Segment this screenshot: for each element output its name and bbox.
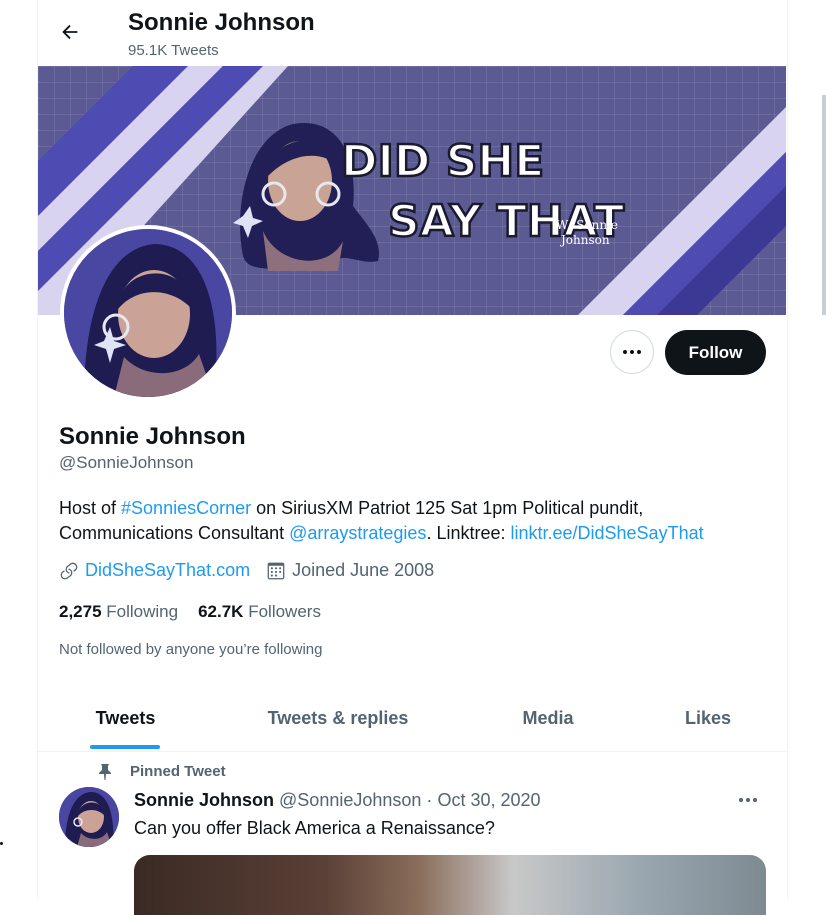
pinned-label: Pinned Tweet — [130, 763, 226, 780]
tab-likes[interactable]: Likes — [668, 685, 748, 751]
website-item: DidSheSayThat.com — [59, 560, 250, 581]
tweet-media[interactable] — [134, 855, 766, 915]
profile-avatar[interactable] — [60, 225, 236, 401]
tab-tweets[interactable]: Tweets — [78, 685, 173, 751]
website-link[interactable]: DidSheSayThat.com — [85, 560, 250, 581]
bio-text-1: Host of — [59, 498, 122, 518]
tweet-header: Sonnie Johnson @SonnieJohnson · Oct 30, … — [134, 790, 541, 811]
tab-media[interactable]: Media — [498, 685, 598, 751]
followers-label: Followers — [248, 602, 321, 621]
page-edge-dot — [0, 842, 3, 845]
pinned-label-row: Pinned Tweet — [98, 763, 226, 780]
profile-name: Sonnie Johnson — [59, 423, 246, 450]
banner-tag-line2: Johnson — [559, 233, 610, 247]
tweet-text: Can you offer Black America a Renaissanc… — [134, 818, 495, 838]
active-tab-indicator — [90, 745, 160, 749]
follow-button[interactable]: Follow — [665, 330, 766, 375]
more-icon — [623, 350, 641, 354]
pinned-tweet[interactable]: Pinned Tweet Sonnie Johnson @SonnieJohns… — [38, 752, 786, 915]
tweet-more-icon — [739, 798, 757, 802]
following-link[interactable]: 2,275 Following — [59, 602, 178, 622]
following-label: Following — [106, 602, 179, 621]
more-options-button[interactable] — [610, 330, 654, 374]
tweet-date[interactable]: Oct 30, 2020 — [437, 790, 540, 810]
tweet-more-button[interactable] — [738, 790, 768, 810]
header-name: Sonnie Johnson — [128, 9, 315, 36]
profile-bio: Host of #SonniesCorner on SiriusXM Patri… — [59, 496, 759, 546]
followers-link[interactable]: 62.7K Followers — [198, 602, 321, 622]
profile-meta: DidSheSayThat.com Joined June 2008 — [59, 560, 450, 581]
banner-tag-line1: W/ Sonnie — [556, 218, 618, 232]
back-button[interactable] — [52, 14, 88, 50]
follow-stats: 2,275 Following 62.7K Followers — [59, 602, 341, 622]
following-count: 2,275 — [59, 602, 102, 621]
header-tweet-count: 95.1K Tweets — [128, 42, 219, 59]
tweet-avatar[interactable] — [59, 787, 119, 847]
tweet-separator: · — [426, 790, 433, 810]
tab-tweets-replies[interactable]: Tweets & replies — [248, 685, 428, 751]
not-followed-note: Not followed by anyone you’re following — [59, 641, 323, 658]
back-arrow-icon — [62, 24, 78, 40]
banner-title-line1: DID SHE — [341, 136, 544, 187]
bio-hashtag-link[interactable]: #SonniesCorner — [121, 498, 251, 518]
followers-count: 62.7K — [198, 602, 244, 621]
bio-mention-link[interactable]: @arraystrategies — [289, 523, 426, 543]
avatar-image — [64, 229, 232, 397]
sidebar-edge — [822, 95, 826, 315]
tweet-author[interactable]: Sonnie Johnson — [134, 790, 274, 810]
bio-linktree-link[interactable]: linktr.ee/DidSheSayThat — [510, 523, 703, 543]
tweet-handle[interactable]: @SonnieJohnson — [279, 790, 421, 810]
calendar-icon — [267, 562, 285, 579]
link-icon — [60, 562, 78, 579]
profile-column: Sonnie Johnson 95.1K Tweets DID SHE SAY … — [37, 0, 788, 915]
pin-icon — [99, 763, 111, 780]
bio-text-3: . Linktree: — [426, 523, 511, 543]
profile-tabs: Tweets Tweets & replies Media Likes — [38, 685, 786, 752]
joined-item: Joined June 2008 — [266, 560, 434, 581]
joined-date: Joined June 2008 — [292, 560, 435, 580]
profile-header-bar: Sonnie Johnson 95.1K Tweets — [38, 0, 787, 66]
profile-handle: @SonnieJohnson — [59, 453, 194, 472]
